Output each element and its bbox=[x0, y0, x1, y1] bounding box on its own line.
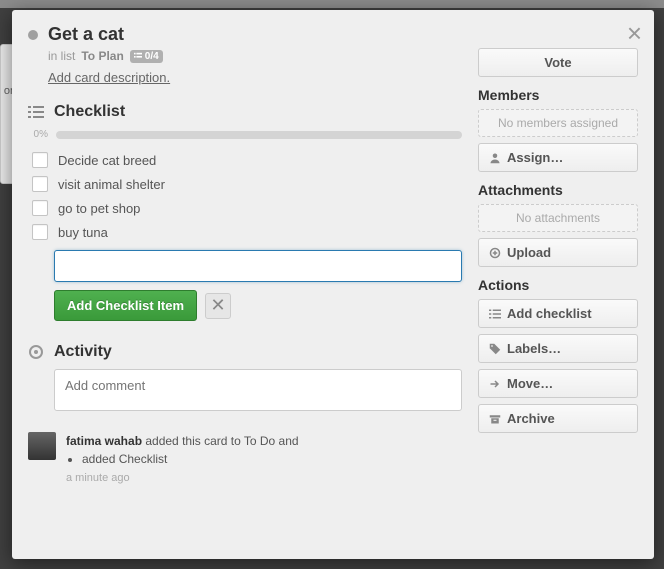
checklist-badge: 0/4 bbox=[130, 50, 163, 63]
upload-icon bbox=[489, 247, 501, 259]
activity-user[interactable]: fatima wahab bbox=[66, 434, 142, 448]
upload-label: Upload bbox=[507, 245, 551, 260]
activity-entry: fatima wahab added this card to To Do an… bbox=[28, 432, 462, 487]
side-column: Vote Members No members assigned Assign…… bbox=[478, 24, 638, 543]
app-header-strip bbox=[0, 0, 664, 8]
checklist-icon bbox=[134, 52, 142, 60]
archive-icon bbox=[489, 413, 501, 425]
checklist-item-label: Decide cat breed bbox=[58, 153, 156, 168]
add-checklist-button[interactable]: Add checklist bbox=[478, 299, 638, 328]
attachments-empty: No attachments bbox=[478, 204, 638, 232]
members-empty: No members assigned bbox=[478, 109, 638, 137]
add-checklist-item-button[interactable]: Add Checklist Item bbox=[54, 290, 197, 321]
close-icon[interactable]: × bbox=[627, 20, 642, 46]
progress-percent: 0% bbox=[28, 129, 48, 140]
checklist-icon bbox=[489, 308, 501, 320]
checklist-section-icon bbox=[28, 104, 44, 120]
add-checklist-label: Add checklist bbox=[507, 306, 592, 321]
activity-section-icon bbox=[28, 344, 44, 360]
card-list-info: in list To Plan 0/4 bbox=[48, 49, 462, 63]
checklist-item[interactable]: visit animal shelter bbox=[32, 172, 462, 196]
activity-line: added this card to To Do and bbox=[142, 434, 299, 448]
card-title[interactable]: Get a cat bbox=[48, 24, 124, 45]
card-dot-icon bbox=[28, 30, 38, 40]
avatar bbox=[28, 432, 56, 460]
checkbox[interactable] bbox=[32, 200, 48, 216]
assign-button[interactable]: Assign… bbox=[478, 143, 638, 172]
checklist-item[interactable]: buy tuna bbox=[32, 220, 462, 244]
activity-bullet: added Checklist bbox=[82, 450, 299, 468]
main-column: Get a cat in list To Plan 0/4 Add card d… bbox=[28, 24, 462, 543]
arrow-right-icon bbox=[489, 378, 501, 390]
checklist-heading: Checklist bbox=[54, 103, 125, 121]
attachments-heading: Attachments bbox=[478, 182, 638, 198]
activity-heading: Activity bbox=[54, 343, 112, 361]
upload-button[interactable]: Upload bbox=[478, 238, 638, 267]
checklist-item-label: visit animal shelter bbox=[58, 177, 165, 192]
move-button[interactable]: Move… bbox=[478, 369, 638, 398]
checkbox[interactable] bbox=[32, 176, 48, 192]
actions-heading: Actions bbox=[478, 277, 638, 293]
labels-button[interactable]: Labels… bbox=[478, 334, 638, 363]
comment-input[interactable] bbox=[54, 369, 462, 411]
list-name[interactable]: To Plan bbox=[81, 49, 123, 63]
add-description-link[interactable]: Add card description. bbox=[48, 70, 170, 85]
checklist-item-label: go to pet shop bbox=[58, 201, 140, 216]
new-checklist-item-input[interactable] bbox=[54, 250, 462, 282]
close-icon: ✕ bbox=[210, 295, 225, 316]
archive-label: Archive bbox=[507, 411, 555, 426]
card-modal: × Get a cat in list To Plan 0/4 Add card… bbox=[12, 10, 654, 559]
checklist-item[interactable]: Decide cat breed bbox=[32, 148, 462, 172]
labels-label: Labels… bbox=[507, 341, 561, 356]
assign-label: Assign… bbox=[507, 150, 563, 165]
activity-time: a minute ago bbox=[66, 470, 299, 487]
in-list-prefix: in list bbox=[48, 49, 75, 63]
archive-button[interactable]: Archive bbox=[478, 404, 638, 433]
checkbox[interactable] bbox=[32, 152, 48, 168]
vote-button[interactable]: Vote bbox=[478, 48, 638, 77]
progress-bar bbox=[56, 131, 462, 139]
checkbox[interactable] bbox=[32, 224, 48, 240]
tag-icon bbox=[489, 343, 501, 355]
checklist-item-label: buy tuna bbox=[58, 225, 108, 240]
cancel-add-item-button[interactable]: ✕ bbox=[205, 293, 231, 319]
checklist-item[interactable]: go to pet shop bbox=[32, 196, 462, 220]
members-heading: Members bbox=[478, 87, 638, 103]
user-icon bbox=[489, 152, 501, 164]
move-label: Move… bbox=[507, 376, 553, 391]
